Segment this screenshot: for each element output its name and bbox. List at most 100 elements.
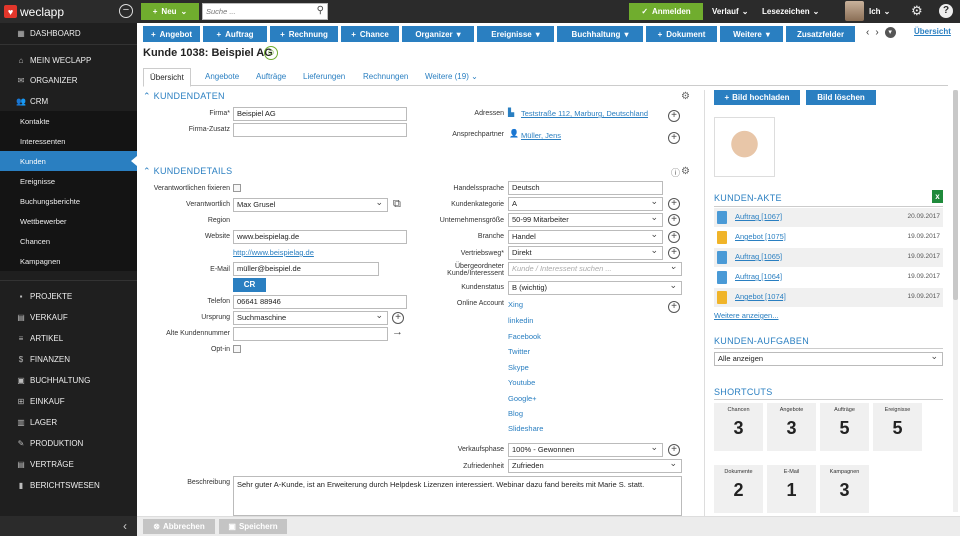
- speichern-button[interactable]: ▣ Speichern: [219, 519, 287, 534]
- unternehmensgroesse-select[interactable]: 50-99 Mitarbeiter: [508, 213, 663, 227]
- new-button[interactable]: + Neu ⌄: [141, 3, 199, 20]
- optin-checkbox[interactable]: [233, 345, 241, 353]
- sidebar-item-vertraege[interactable]: ▤ VERTRÄGE: [0, 454, 137, 474]
- sidebar-item-kampagnen[interactable]: Kampagnen: [0, 251, 137, 271]
- scrollbar-thumb[interactable]: [953, 90, 958, 300]
- akte-row[interactable]: Auftrag [1065] 19.09.2017: [714, 248, 943, 267]
- email-field[interactable]: müller@beispiel.de: [233, 262, 379, 276]
- add-online-account-icon[interactable]: +: [668, 301, 680, 313]
- sidebar-item-lager[interactable]: ▥ LAGER: [0, 412, 137, 432]
- help-icon[interactable]: ?: [939, 4, 953, 18]
- shortcut-chancen[interactable]: Chancen 3: [714, 403, 763, 451]
- user-menu[interactable]: Ich ⌄: [869, 0, 890, 23]
- settings-gear-icon[interactable]: ⚙: [911, 3, 923, 19]
- akte-link[interactable]: Auftrag [1065]: [735, 252, 782, 261]
- auftrag-button[interactable]: + Auftrag: [203, 26, 267, 42]
- sidebar-item-dashboard[interactable]: ▦ DASHBOARD: [0, 23, 137, 43]
- sidebar-item-chancen[interactable]: Chancen: [0, 231, 137, 251]
- online-account-googleplus[interactable]: Google+: [508, 394, 537, 403]
- sidebar-item-finanzen[interactable]: $ FINANZEN: [0, 349, 137, 369]
- abbrechen-button[interactable]: ⊗ Abbrechen: [143, 519, 215, 534]
- sidebar-item-einkauf[interactable]: ⊞ EINKAUF: [0, 391, 137, 411]
- previous-record-icon[interactable]: ‹: [866, 27, 869, 38]
- kundenkategorie-select[interactable]: A: [508, 197, 663, 211]
- akte-row[interactable]: Angebot [1075] 19.09.2017: [714, 228, 943, 247]
- global-search[interactable]: ⚲: [202, 3, 328, 20]
- lesezeichen-menu[interactable]: Lesezeichen ⌄: [762, 0, 819, 23]
- branche-select[interactable]: Handel: [508, 230, 663, 244]
- bild-hochladen-button[interactable]: + Bild hochladen: [714, 90, 800, 105]
- rechnung-button[interactable]: + Rechnung: [270, 26, 338, 42]
- section-settings-icon[interactable]: ⚙: [681, 166, 690, 177]
- akte-row[interactable]: Auftrag [1067] 20.09.2017: [714, 208, 943, 227]
- search-input[interactable]: [203, 4, 303, 19]
- sidebar-item-organizer[interactable]: ✉ ORGANIZER: [0, 70, 137, 90]
- sidebar-item-berichtswesen[interactable]: ▮ BERICHTSWESEN: [0, 475, 137, 495]
- sidebar-collapse-button[interactable]: ‹: [0, 516, 137, 536]
- shortcut-auftraege[interactable]: Aufträge 5: [820, 403, 869, 451]
- sidebar-item-crm[interactable]: 👥 CRM: [0, 91, 137, 111]
- zufriedenheit-select[interactable]: Zufrieden: [508, 459, 682, 473]
- chance-button[interactable]: + Chance: [341, 26, 399, 42]
- bild-loeschen-button[interactable]: Bild löschen: [806, 90, 876, 105]
- zusatzfelder-button[interactable]: Zusatzfelder: [786, 26, 855, 42]
- add-address-icon[interactable]: +: [668, 110, 680, 122]
- anmelden-button[interactable]: ✓ Anmelden: [629, 3, 703, 20]
- online-account-youtube[interactable]: Youtube: [508, 378, 535, 387]
- kundendetails-heading[interactable]: ⌃ KUNDENDETAILS: [143, 166, 232, 177]
- dokument-button[interactable]: + Dokument: [646, 26, 717, 42]
- sidebar-item-kunden[interactable]: Kunden: [0, 151, 137, 171]
- beschreibung-textarea[interactable]: Sehr guter A-Kunde, ist an Erweiterung d…: [233, 476, 682, 516]
- record-menu-icon[interactable]: ▾: [884, 27, 896, 38]
- excel-export-icon[interactable]: x: [932, 190, 943, 203]
- ansprechpartner-link[interactable]: Müller, Jens: [521, 131, 561, 140]
- ereignisse-dropdown[interactable]: Ereignisse ▾: [477, 26, 554, 42]
- next-record-icon[interactable]: ›: [875, 27, 878, 38]
- ursprung-select[interactable]: Suchmaschine: [233, 311, 388, 325]
- address-link[interactable]: Teststraße 112, Marburg, Deutschland: [521, 109, 648, 118]
- online-account-twitter[interactable]: Twitter: [508, 347, 530, 356]
- scrollbar[interactable]: [953, 90, 958, 512]
- online-account-slideshare[interactable]: Slideshare: [508, 424, 543, 433]
- akte-link[interactable]: Angebot [1075]: [735, 232, 786, 241]
- uebergeordneter-search[interactable]: Kunde / Interessent suchen ...: [508, 262, 682, 276]
- online-account-linkedin[interactable]: linkedin: [508, 316, 533, 325]
- section-settings-icon[interactable]: ⚙: [681, 91, 690, 102]
- verantwortlich-select[interactable]: Max Grusel: [233, 198, 388, 212]
- search-icon[interactable]: ⚲: [317, 5, 324, 16]
- sidebar-item-buchungsberichte[interactable]: Buchungsberichte: [0, 191, 137, 211]
- kundenstatus-select[interactable]: B (wichtig): [508, 281, 682, 295]
- tab-auftraege[interactable]: Aufträge: [256, 68, 286, 86]
- tab-weitere[interactable]: Weitere (19) ⌄: [425, 68, 478, 86]
- sidebar-item-ereignisse[interactable]: Ereignisse: [0, 171, 137, 191]
- tab-uebersicht[interactable]: Übersicht: [143, 68, 191, 87]
- collapse-menu-button[interactable]: −: [119, 4, 133, 18]
- add-branche-icon[interactable]: +: [668, 231, 680, 243]
- weitere-anzeigen-link[interactable]: Weitere anzeigen...: [714, 311, 778, 320]
- sidebar-item-mein-weclapp[interactable]: ⌂ MEIN WECLAPP: [0, 50, 137, 70]
- sidebar-item-buchhaltung[interactable]: ▣ BUCHHALTUNG: [0, 370, 137, 390]
- akte-link[interactable]: Auftrag [1067]: [735, 212, 782, 221]
- buchhaltung-dropdown[interactable]: Buchhaltung ▾: [557, 26, 643, 42]
- online-account-blog[interactable]: Blog: [508, 409, 523, 418]
- aufgaben-filter-select[interactable]: Alle anzeigen: [714, 352, 943, 366]
- add-kategorie-icon[interactable]: +: [668, 198, 680, 210]
- akte-row[interactable]: Auftrag [1064] 19.09.2017: [714, 268, 943, 287]
- organizer-dropdown[interactable]: Organizer ▾: [402, 26, 474, 42]
- alte-kundennummer-field[interactable]: [233, 327, 388, 341]
- sidebar-item-interessenten[interactable]: Interessenten: [0, 131, 137, 151]
- overview-link[interactable]: Übersicht: [914, 27, 951, 36]
- verkaufsphase-select[interactable]: 100% - Gewonnen: [508, 443, 663, 457]
- akte-link[interactable]: Angebot [1074]: [735, 292, 786, 301]
- telefon-field[interactable]: 06641 88946: [233, 295, 407, 309]
- help-circle-icon[interactable]: ⓘ: [671, 166, 680, 179]
- online-account-skype[interactable]: Skype: [508, 363, 529, 372]
- sidebar-item-kontakte[interactable]: Kontakte: [0, 111, 137, 131]
- add-contact-icon[interactable]: +: [668, 132, 680, 144]
- kundendaten-heading[interactable]: ⌃ KUNDENDATEN: [143, 91, 225, 102]
- shortcut-dokumente[interactable]: Dokumente 2: [714, 465, 763, 513]
- arrow-right-icon[interactable]: →: [392, 326, 403, 338]
- user-avatar[interactable]: [845, 1, 864, 21]
- add-vertriebsweg-icon[interactable]: +: [668, 247, 680, 259]
- tab-rechnungen[interactable]: Rechnungen: [363, 68, 408, 86]
